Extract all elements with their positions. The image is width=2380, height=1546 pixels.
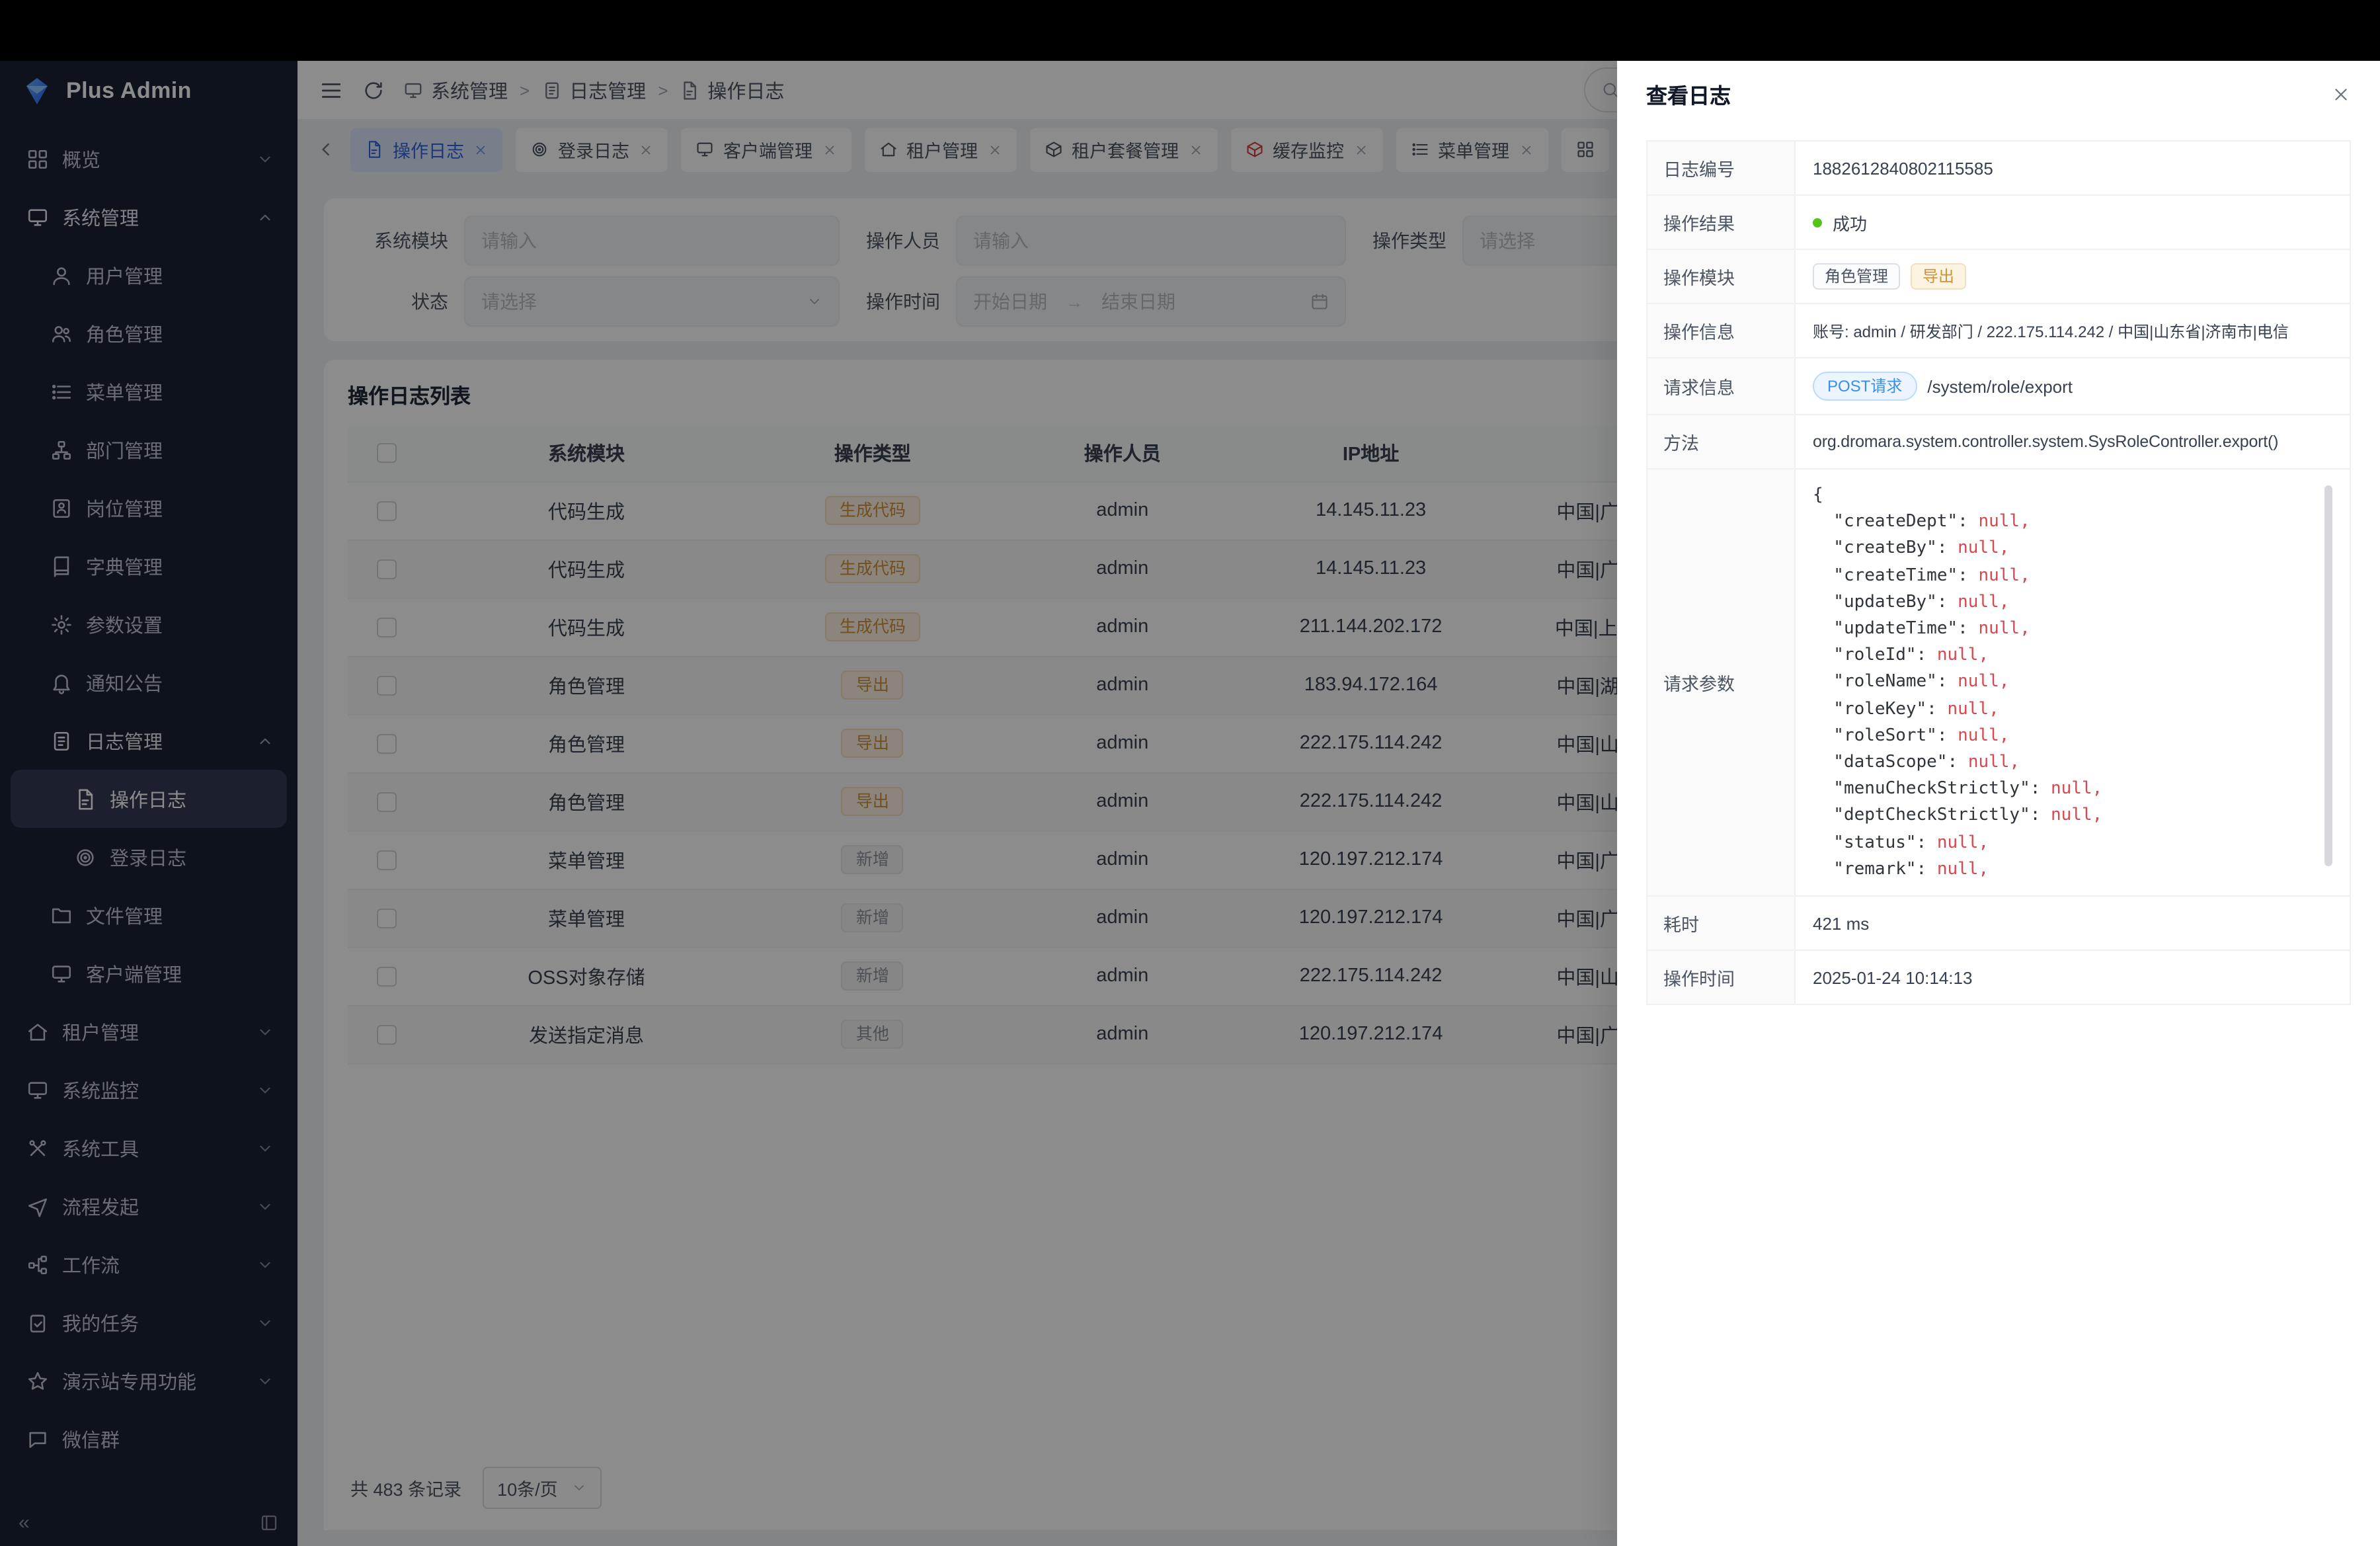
post-method-badge: POST请求 [1813,372,1917,401]
log-id-value: 1882612840802115585 [1796,142,2350,194]
detail-row-params: 请求参数 { "createDept": null, "createBy": n… [1647,469,2350,897]
screen: Plus Admin 概览 系统管理 用户管理 角色管理 菜单管理 部门管理 岗… [0,0,2380,1546]
module-tag: 角色管理 [1813,263,1900,290]
detail-row-cost: 耗时 421 ms [1647,897,2350,951]
log-detail-table: 日志编号 1882612840802115585 操作结果 成功 操作模块 角色… [1646,140,2351,1005]
drawer-header: 查看日志 [1617,61,2380,127]
detail-row-request: 请求信息 POST请求 /system/role/export [1647,358,2350,415]
modal-overlay[interactable] [0,61,1617,1546]
detail-row-method: 方法 org.dromara.system.controller.system.… [1647,415,2350,469]
detail-row-time: 操作时间 2025-01-24 10:14:13 [1647,951,2350,1005]
success-dot [1813,218,1822,227]
method-value: org.dromara.system.controller.system.Sys… [1796,415,2350,468]
result-value: 成功 [1833,210,1867,235]
detail-row-info: 操作信息 账号: admin / 研发部门 / 222.175.114.242 … [1647,304,2350,358]
detail-row-id: 日志编号 1882612840802115585 [1647,142,2350,196]
app-window: Plus Admin 概览 系统管理 用户管理 角色管理 菜单管理 部门管理 岗… [0,61,2380,1546]
operation-type-tag: 导出 [1911,263,1966,290]
drawer-title: 查看日志 [1646,78,1731,110]
operation-time-value: 2025-01-24 10:14:13 [1796,951,2350,1004]
detail-row-module: 操作模块 角色管理 导出 [1647,250,2350,304]
cost-value: 421 ms [1796,897,2350,950]
code-scrollbar-thumb[interactable] [2324,485,2332,866]
view-log-drawer: 查看日志 日志编号 1882612840802115585 操作结果 成功 操作… [1617,61,2380,1546]
operation-info-value: 账号: admin / 研发部门 / 222.175.114.242 / 中国|… [1796,304,2350,357]
request-url-value: /system/role/export [1927,376,2073,396]
close-icon[interactable] [2331,84,2351,104]
top-black-strip [0,0,2380,61]
detail-row-result: 操作结果 成功 [1647,196,2350,250]
request-params-json[interactable]: { "createDept": null, "createBy": null, … [1813,480,2332,885]
